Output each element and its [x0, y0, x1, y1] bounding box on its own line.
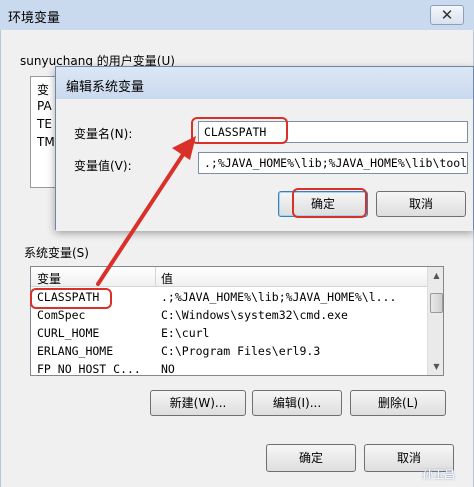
table-row[interactable]: CURL_HOME E:\curl: [31, 325, 427, 343]
delete-variable-button[interactable]: 删除(L): [350, 390, 446, 416]
variable-name-cell: FP_NO_HOST_C...: [37, 362, 141, 376]
variable-value-cell: .;%JAVA_HOME%\lib;%JAVA_HOME%\l...: [161, 290, 397, 304]
variable-name-highlight-box: [191, 117, 288, 144]
table-row[interactable]: ERLANG_HOME C:\Program Files\erl9.3: [31, 343, 427, 361]
column-header-value[interactable]: 值: [161, 270, 173, 287]
system-variables-table[interactable]: 变量 值 CLASSPATH .;%JAVA_HOME%\lib;%JAVA_H…: [30, 266, 444, 376]
list-item[interactable]: TM: [37, 135, 55, 149]
inner-title-bar: 编辑系统变量: [56, 67, 473, 99]
list-item[interactable]: TE: [37, 117, 52, 131]
table-row[interactable]: ComSpec C:\Windows\system32\cmd.exe: [31, 307, 427, 325]
variable-name-cell: CURL_HOME: [37, 326, 100, 340]
list-item[interactable]: 变: [37, 81, 49, 98]
inner-cancel-button[interactable]: 取消: [376, 191, 466, 217]
scroll-down-arrow-icon[interactable]: ▼: [428, 358, 443, 375]
close-button[interactable]: ✕: [430, 5, 464, 25]
variable-value-cell: C:\Windows\system32\cmd.exe: [161, 308, 348, 322]
ok-highlight-box: [292, 188, 367, 218]
variable-value-cell: NO: [161, 362, 175, 376]
edit-system-variable-dialog: 编辑系统变量 变量名(N): CLASSPATH 变量值(V): .;%JAVA…: [55, 66, 474, 231]
variable-value-cell: E:\curl: [161, 326, 210, 340]
variable-name-label: 变量名(N):: [74, 127, 133, 141]
variable-name-cell: ComSpec: [37, 308, 86, 322]
outer-dialog-title: 环境变量: [8, 11, 61, 26]
new-variable-button[interactable]: 新建(W)...: [150, 390, 246, 416]
outer-title-bar: [0, 0, 474, 30]
table-header: 变量 值: [31, 267, 427, 287]
system-variables-label: 系统变量(S): [24, 246, 89, 260]
classpath-highlight-box: [30, 288, 112, 309]
watermark: 孙玉昌: [422, 468, 455, 481]
inner-dialog-title: 编辑系统变量: [66, 80, 145, 95]
scroll-up-arrow-icon[interactable]: ▲: [428, 267, 443, 284]
close-icon: ✕: [440, 6, 454, 24]
list-item[interactable]: PA: [37, 99, 52, 113]
variable-value-input[interactable]: .;%JAVA_HOME%\lib;%JAVA_HOME%\lib\tools.…: [198, 152, 468, 174]
variable-value-cell: C:\Program Files\erl9.3: [161, 344, 321, 358]
outer-ok-button[interactable]: 确定: [266, 444, 356, 472]
variable-name-cell: ERLANG_HOME: [37, 344, 114, 358]
table-row[interactable]: FP_NO_HOST_C... NO: [31, 361, 427, 376]
column-divider[interactable]: [155, 267, 156, 287]
column-header-variable[interactable]: 变量: [37, 270, 61, 287]
scrollbar-thumb[interactable]: [430, 293, 443, 313]
edit-variable-button[interactable]: 编辑(I)...: [252, 390, 342, 416]
variable-value-label: 变量值(V):: [74, 159, 132, 173]
vertical-scrollbar[interactable]: ▲ ▼: [427, 267, 443, 375]
